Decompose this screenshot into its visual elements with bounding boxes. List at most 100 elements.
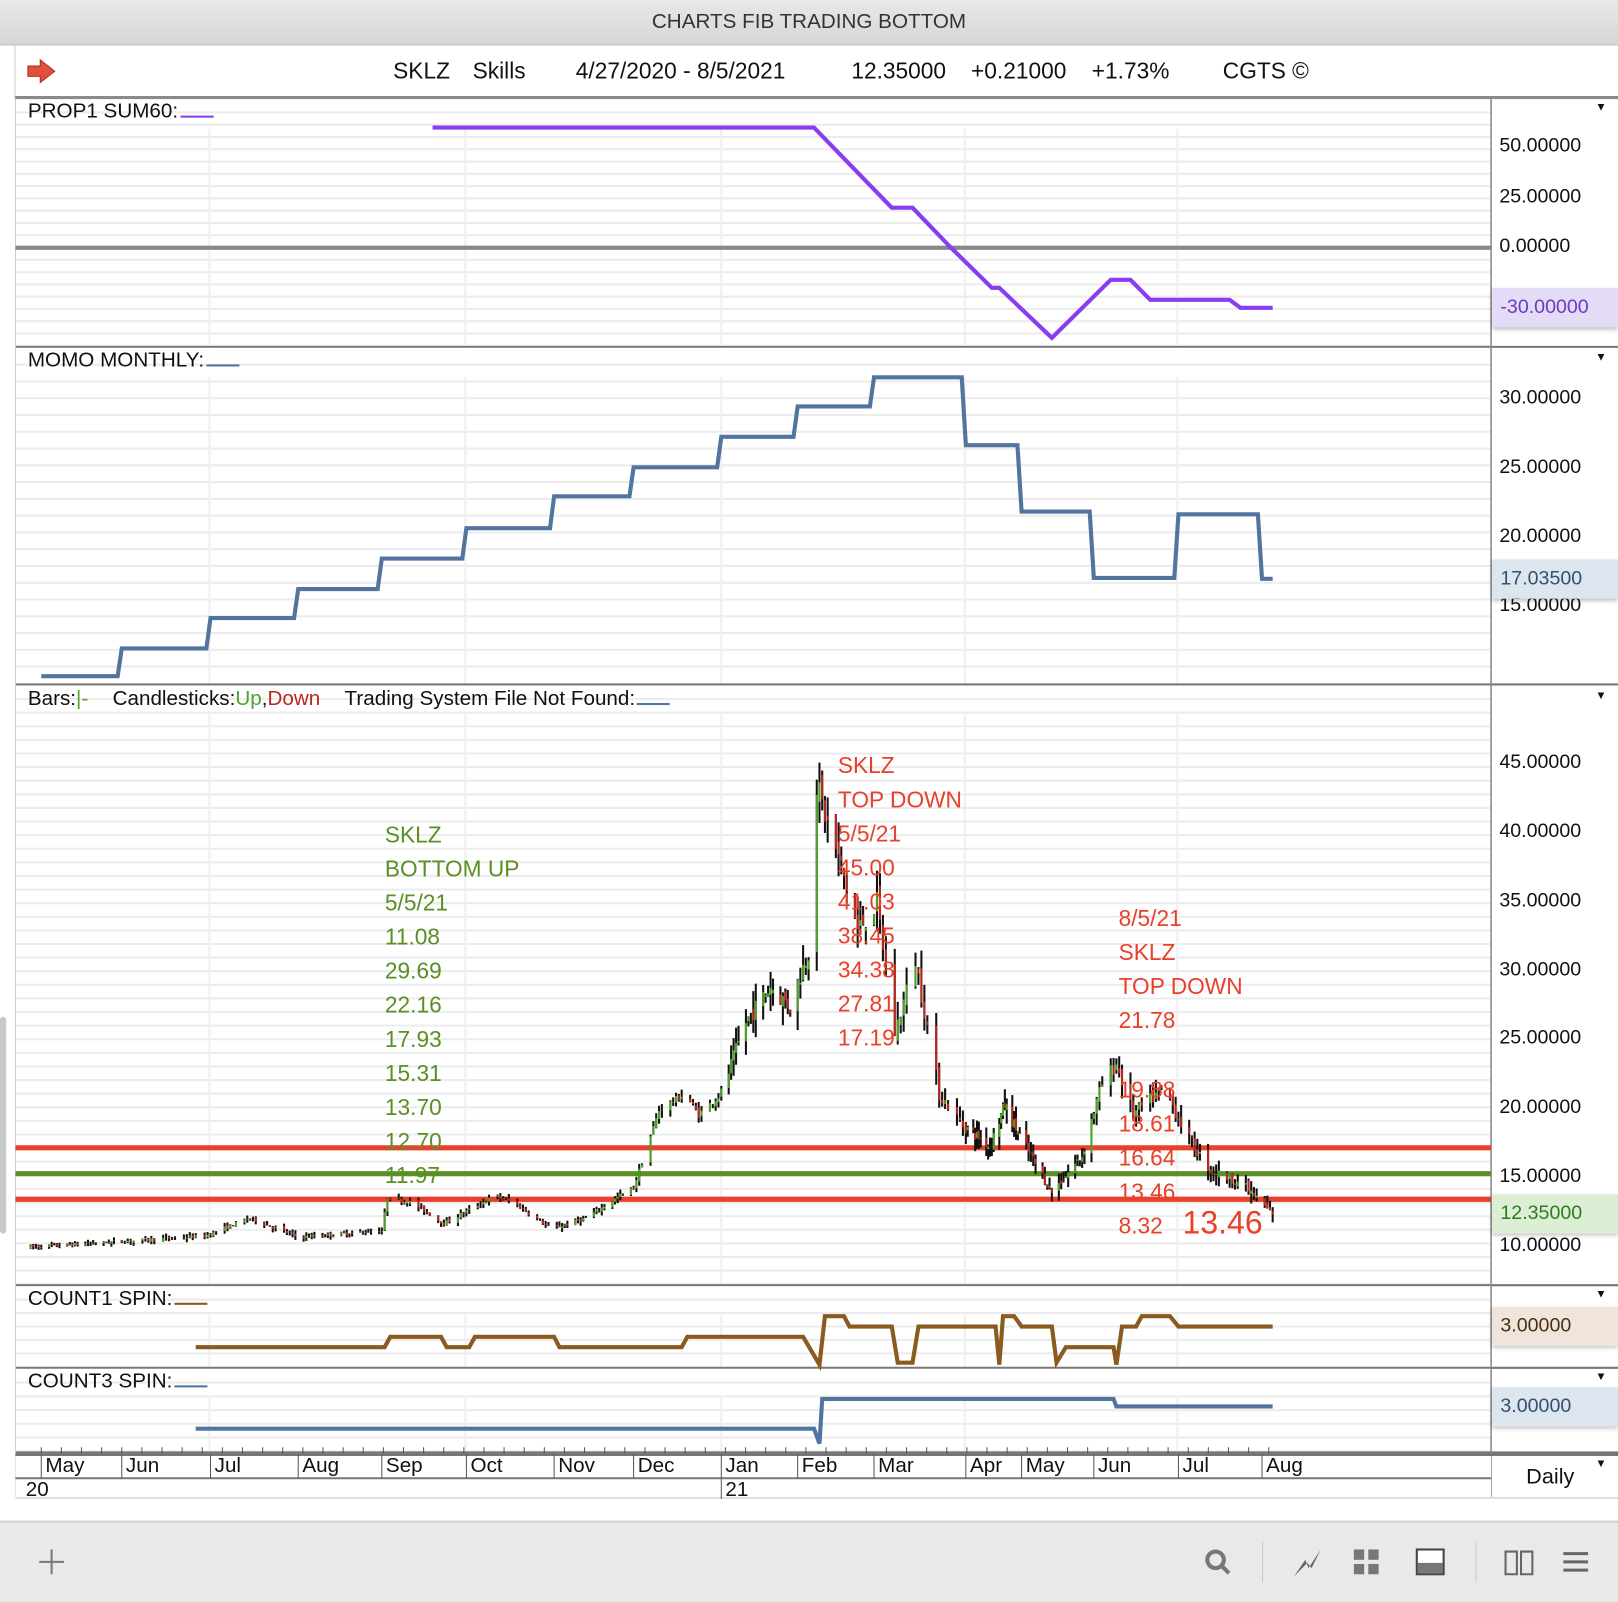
panel-title-prop1: PROP1 SUM60: (27, 100, 214, 124)
interval-select[interactable]: Daily (1526, 1465, 1574, 1490)
annotation-line: TOP DOWN (1118, 973, 1243, 1000)
annotation-line: 15.31 (384, 1060, 442, 1086)
menu-icon[interactable] (1559, 1545, 1592, 1578)
y-tick-label: 25.00000 (1499, 456, 1582, 478)
annotation-line: 16.64 (1118, 1144, 1176, 1171)
panel-menu-icon[interactable]: ▼ (1595, 1371, 1606, 1383)
panel-menu-icon[interactable]: ▼ (1595, 690, 1606, 702)
momo-swatch (206, 350, 240, 367)
annotation-line: BOTTOM UP (384, 855, 520, 882)
bottom-up-annotation: SKLZ BOTTOM UP 5/5/21 11.08 29.69 22.16 17.93 1… (385, 818, 520, 1193)
bottom-toolbar (0, 1520, 1618, 1602)
month-label: Aug (302, 1454, 340, 1478)
month-label: Jan (725, 1454, 759, 1478)
annotation-line: 13.46 (1118, 1178, 1176, 1205)
month-label: Jun (1097, 1454, 1132, 1478)
y-tick-label: 20.00000 (1499, 525, 1582, 548)
vertical-scrollbar[interactable] (0, 1016, 7, 1234)
price-legend: Bars:|- Candlesticks:Up,Down Trading Sys… (27, 687, 671, 712)
y-tick-label: 30.00000 (1499, 387, 1582, 409)
prop1-last-badge: -30.00000 (1492, 288, 1618, 328)
top-down-annotation: SKLZ TOP DOWN 5/5/21 45.00 41.03 38.45 34.38 27… (838, 748, 962, 1055)
candles-up: Up (235, 687, 262, 711)
annotation-line: 5/5/21 (384, 889, 449, 916)
y-tick-label: 20.00000 (1499, 1096, 1582, 1119)
y-tick-label: 10.00000 (1499, 1234, 1582, 1257)
candles-label: Candlesticks: (112, 687, 236, 711)
y-tick-label: 40.00000 (1499, 820, 1582, 843)
annotation-line: 13.70 (384, 1094, 442, 1121)
book-icon[interactable] (1502, 1545, 1535, 1578)
month-label: Jun (125, 1454, 160, 1478)
year-label: 21 (725, 1478, 749, 1501)
panel-title-count3: COUNT3 SPIN: (28, 1370, 208, 1394)
annotation-line: 11.97 (384, 1162, 441, 1189)
annotation-line: SKLZ (1118, 939, 1176, 966)
month-label: May (45, 1454, 85, 1478)
year-label: 20 (25, 1478, 49, 1501)
annotation-line: 5/5/21 (837, 820, 902, 847)
panel-menu-icon[interactable]: ▼ (1595, 101, 1606, 113)
month-label: Feb (801, 1454, 838, 1478)
month-label: May (1025, 1454, 1065, 1478)
price-last-badge: 12.35000 (1492, 1194, 1618, 1234)
panel-title-count1: COUNT1 SPIN: (28, 1287, 208, 1311)
chart-canvas[interactable] (0, 0, 1618, 1521)
annotation-line: 18.61 (1118, 1110, 1176, 1137)
panel-title-momo: MOMO MONTHLY: (27, 348, 240, 373)
trading-system-swatch (637, 689, 671, 706)
annotation-line: 38.45 (837, 922, 895, 949)
month-label: Oct (470, 1454, 503, 1478)
top-down-aug-annotation: 8/5/21 SKLZ TOP DOWN 21.78 (1119, 901, 1243, 1037)
y-tick-label: 30.00000 (1499, 958, 1582, 981)
month-label: Dec (637, 1454, 675, 1478)
momo-label: MOMO MONTHLY: (27, 348, 205, 372)
panel-menu-icon[interactable]: ▼ (1595, 351, 1606, 363)
y-tick-label: 45.00000 (1499, 751, 1582, 774)
grid-icon[interactable] (1350, 1545, 1383, 1578)
panel-layout-icon[interactable] (1414, 1545, 1447, 1578)
annotation-line: 12.70 (384, 1128, 442, 1155)
annotation-line: 19.88 (1118, 1076, 1176, 1103)
trading-system-label: Trading System File Not Found: (344, 687, 636, 711)
annotation-line: 11.08 (384, 923, 441, 950)
toolbar-divider (1262, 1541, 1264, 1583)
y-tick-label: 50.00000 (1499, 135, 1582, 157)
annotation-line: 17.19 (837, 1025, 895, 1051)
count3-label: COUNT3 SPIN: (27, 1369, 173, 1393)
momo-last-badge: 17.03500 (1492, 559, 1618, 599)
month-label: Aug (1266, 1454, 1303, 1478)
annotation-line: 29.69 (384, 957, 442, 984)
month-label: Mar (878, 1454, 914, 1478)
count1-label: COUNT1 SPIN: (27, 1287, 173, 1310)
annotation-line: 21.78 (1118, 1007, 1176, 1034)
panel-menu-icon[interactable]: ▼ (1595, 1288, 1606, 1300)
count3-last-badge: 3.00000 (1492, 1387, 1618, 1427)
interval-chevron-icon[interactable]: ▼ (1595, 1458, 1606, 1470)
chart-line-icon[interactable] (1291, 1545, 1324, 1578)
prop1-label: PROP1 SUM60: (27, 100, 179, 123)
month-label: Jul (214, 1454, 242, 1478)
y-tick-label: 15.00000 (1499, 1165, 1582, 1188)
annotation-line: SKLZ (837, 752, 895, 779)
annotation-line: 8/5/21 (1118, 905, 1182, 932)
candles-down: Down (267, 687, 321, 711)
annotation-line: 45.00 (837, 854, 895, 881)
count1-swatch (174, 1288, 208, 1305)
search-icon[interactable] (1201, 1545, 1234, 1578)
bars-label: Bars: (27, 687, 77, 711)
annotation-line: 22.16 (384, 992, 442, 1018)
annotation-line: TOP DOWN (837, 786, 962, 813)
month-label: Jul (1182, 1454, 1209, 1478)
annotation-line: SKLZ (384, 821, 442, 848)
add-icon[interactable] (35, 1545, 68, 1578)
count3-swatch (174, 1371, 208, 1388)
annotation-line: 34.38 (837, 956, 895, 983)
annotation-line: 41.03 (837, 888, 895, 915)
y-tick-label: 35.00000 (1499, 889, 1582, 912)
fib-levels-annotation: 19.88 18.61 16.64 13.46 8.32 (1119, 1073, 1176, 1243)
month-label: Nov (558, 1454, 595, 1478)
y-tick-label: 25.00000 (1499, 185, 1582, 207)
prop1-swatch (180, 101, 214, 118)
y-tick-label: 0.00000 (1499, 235, 1571, 258)
